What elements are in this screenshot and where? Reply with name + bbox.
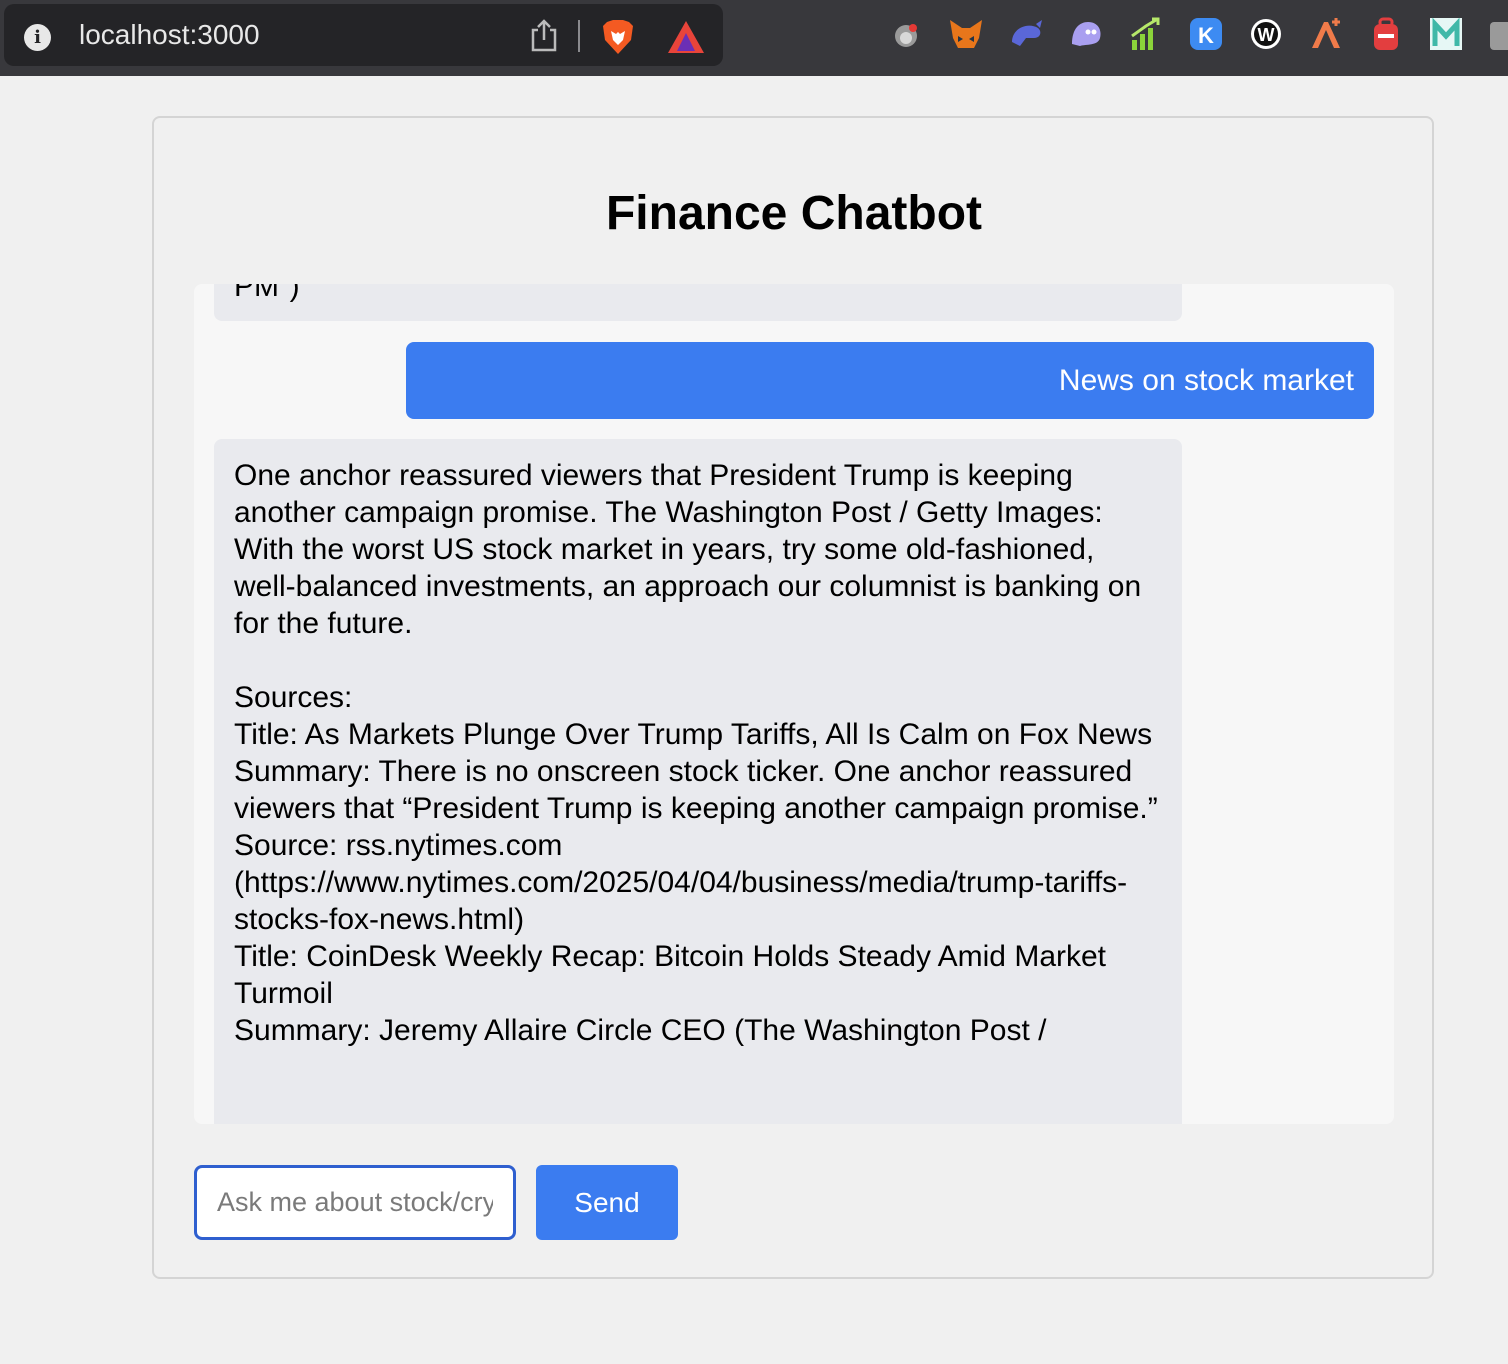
k-extension-icon[interactable]: K <box>1186 14 1226 54</box>
page-title: Finance Chatbot <box>605 187 982 240</box>
bot-message: One anchor reassured viewers that Presid… <box>214 439 1182 1124</box>
svg-text:K: K <box>1198 23 1214 48</box>
backpack-extension-icon[interactable] <box>1366 14 1406 54</box>
m-extension-icon[interactable] <box>1426 14 1466 54</box>
user-message: News on stock market <box>406 342 1374 419</box>
chat-input[interactable] <box>194 1165 516 1240</box>
source-summary: Summary: Jeremy Allaire Circle CEO (The … <box>234 1014 1047 1047</box>
address-bar[interactable]: i localhost:3000 <box>4 4 723 66</box>
source-link: Source: rss.nytimes.com (https://www.nyt… <box>234 829 1128 936</box>
source-title: Title: CoinDesk Weekly Recap: Bitcoin Ho… <box>234 940 1107 1010</box>
share-icon[interactable] <box>529 18 559 52</box>
brave-rewards-icon[interactable] <box>666 19 706 55</box>
svg-text:W: W <box>1258 25 1275 45</box>
sources-label: Sources: <box>234 681 353 714</box>
robot-extension-icon[interactable] <box>886 14 926 54</box>
message-text: PM") <box>234 284 300 303</box>
puzzle-icon[interactable] <box>1486 14 1508 54</box>
metamask-fox-icon[interactable] <box>946 14 986 54</box>
stock-chart-icon[interactable] <box>1126 14 1166 54</box>
source-summary: Summary: There is no onscreen stock tick… <box>234 755 1158 825</box>
chat-messages[interactable]: PM") News on stock market One anchor rea… <box>194 284 1394 1124</box>
message-text: One anchor reassured viewers that Presid… <box>234 459 1142 640</box>
info-icon[interactable]: i <box>24 24 51 51</box>
w-extension-icon[interactable]: W <box>1246 14 1286 54</box>
url-text[interactable]: localhost:3000 <box>79 18 260 52</box>
bot-message: PM") <box>214 284 1182 321</box>
anchor-extension-icon[interactable] <box>1306 14 1346 54</box>
send-button[interactable]: Send <box>536 1165 678 1240</box>
phantom-whale-icon[interactable] <box>1006 14 1046 54</box>
source-title: Title: As Markets Plunge Over Trump Tari… <box>234 718 1153 751</box>
ghost-wallet-icon[interactable] <box>1066 14 1106 54</box>
url-divider <box>578 20 580 52</box>
brave-shields-icon[interactable] <box>599 18 637 56</box>
browser-toolbar: i localhost:3000 K W <box>0 0 1508 76</box>
